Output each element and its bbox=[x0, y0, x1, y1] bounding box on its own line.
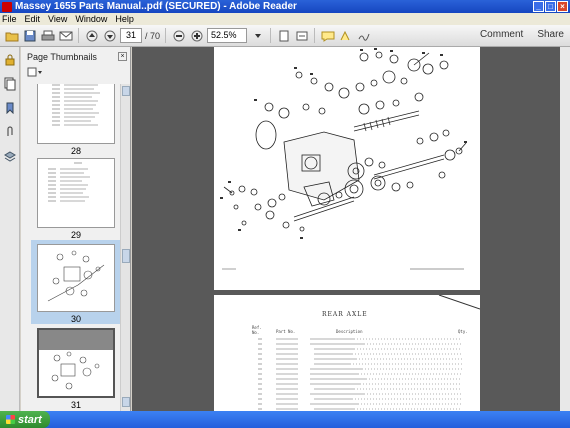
menu-file[interactable]: File bbox=[2, 14, 17, 24]
previous-page-icon[interactable] bbox=[84, 28, 99, 43]
scroll-down-arrow[interactable] bbox=[122, 397, 130, 407]
window-controls: _ □ × bbox=[533, 1, 568, 12]
thumbnail-item[interactable]: 29 bbox=[31, 154, 121, 240]
window-title: Massey 1655 Parts Manual..pdf (SECURED) … bbox=[15, 1, 297, 12]
document-scrollbar[interactable] bbox=[560, 47, 570, 411]
menu-bar: File Edit View Window Help bbox=[0, 13, 570, 25]
thumbnail-image[interactable] bbox=[37, 244, 115, 312]
attachments-icon[interactable] bbox=[3, 125, 17, 139]
title-bar: Massey 1655 Parts Manual..pdf (SECURED) … bbox=[0, 0, 570, 13]
thumbnails-panel: Page Thumbnails × 28 29 30 31 bbox=[21, 47, 131, 411]
toolbar-divider bbox=[165, 28, 167, 43]
options-icon[interactable] bbox=[27, 67, 43, 77]
sign-icon[interactable] bbox=[356, 28, 371, 43]
thumbnail-label: 30 bbox=[70, 314, 81, 324]
navigation-pane-bar bbox=[0, 47, 20, 411]
lock-icon[interactable] bbox=[3, 53, 17, 67]
print-icon[interactable] bbox=[40, 28, 55, 43]
zoom-level-select[interactable]: 52.5% bbox=[207, 28, 248, 43]
bookmarks-icon[interactable] bbox=[3, 101, 17, 115]
fit-page-icon[interactable] bbox=[276, 28, 291, 43]
pdf-page-exploded-diagram bbox=[214, 47, 480, 290]
thumbnail-image[interactable] bbox=[37, 328, 115, 398]
task-buttons: Comment Share bbox=[480, 29, 564, 40]
page-total: / 70 bbox=[145, 30, 161, 41]
zoom-out-icon[interactable] bbox=[171, 28, 186, 43]
toolbar-divider bbox=[314, 28, 316, 43]
save-icon[interactable] bbox=[22, 28, 37, 43]
page-thumbnails-icon[interactable] bbox=[3, 77, 17, 91]
toolbar-divider bbox=[78, 28, 79, 43]
col-qty: Qty. bbox=[458, 329, 468, 334]
zoom-in-icon[interactable] bbox=[189, 28, 204, 43]
close-icon[interactable]: × bbox=[118, 52, 127, 61]
menu-edit[interactable]: Edit bbox=[25, 14, 41, 24]
col-description: Description bbox=[336, 329, 363, 334]
options-menu[interactable] bbox=[21, 67, 130, 81]
email-icon[interactable] bbox=[58, 28, 73, 43]
open-folder-icon[interactable] bbox=[4, 28, 19, 43]
col-ref: Ref. No. bbox=[252, 325, 262, 335]
close-button[interactable]: × bbox=[557, 1, 568, 12]
pdf-page-parts-list: REAR AXLE Ref. No. Part No. Description … bbox=[214, 295, 480, 411]
minimize-button[interactable]: _ bbox=[533, 1, 544, 12]
windows-logo-icon bbox=[6, 415, 15, 424]
thumbnail-label: 31 bbox=[70, 400, 81, 410]
start-label: start bbox=[18, 413, 42, 426]
layers-icon[interactable] bbox=[3, 149, 17, 163]
toolbar-divider bbox=[270, 28, 272, 43]
adobe-reader-icon bbox=[2, 1, 12, 12]
panel-title: Page Thumbnails bbox=[27, 52, 97, 62]
scrollbar-handle[interactable] bbox=[122, 249, 130, 263]
thumbnail-item[interactable]: 28 bbox=[31, 84, 121, 156]
thumbnail-item[interactable]: 31 bbox=[31, 324, 121, 410]
menu-view[interactable]: View bbox=[48, 14, 67, 24]
thumbnail-scrollbar[interactable] bbox=[120, 84, 130, 411]
scroll-up-arrow[interactable] bbox=[122, 86, 130, 96]
menu-help[interactable]: Help bbox=[115, 14, 134, 24]
fit-width-icon[interactable] bbox=[294, 28, 309, 43]
next-page-icon[interactable] bbox=[102, 28, 117, 43]
comment-button[interactable]: Comment bbox=[480, 29, 523, 40]
maximize-button[interactable]: □ bbox=[545, 1, 556, 12]
taskbar: start bbox=[0, 411, 570, 428]
page-number-input[interactable]: 31 bbox=[120, 28, 142, 43]
thumbnail-list: 28 29 30 31 bbox=[21, 84, 121, 411]
parts-list-title: REAR AXLE bbox=[322, 311, 368, 318]
toolbar: 31 / 70 52.5% Comment Share bbox=[0, 25, 570, 47]
col-part-no: Part No. bbox=[276, 329, 296, 334]
parts-list-rows bbox=[258, 338, 462, 410]
sticky-note-icon[interactable] bbox=[320, 28, 335, 43]
document-view[interactable]: REAR AXLE Ref. No. Part No. Description … bbox=[132, 47, 570, 411]
share-button[interactable]: Share bbox=[537, 29, 564, 40]
menu-window[interactable]: Window bbox=[75, 14, 107, 24]
chevron-down-icon[interactable] bbox=[250, 28, 265, 43]
thumbnail-item-selected[interactable]: 30 bbox=[31, 240, 121, 324]
panel-header: Page Thumbnails × bbox=[21, 47, 130, 67]
thumbnail-label: 29 bbox=[70, 230, 81, 240]
highlight-icon[interactable] bbox=[338, 28, 353, 43]
start-button[interactable]: start bbox=[0, 411, 50, 428]
exploded-parts-diagram bbox=[220, 48, 467, 270]
thumbnail-image[interactable] bbox=[37, 84, 115, 144]
thumbnail-image[interactable] bbox=[37, 158, 115, 228]
